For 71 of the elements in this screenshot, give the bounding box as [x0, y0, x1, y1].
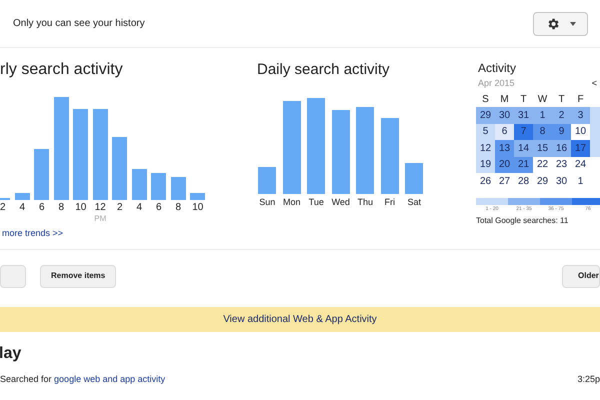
- caret-icon: [570, 22, 576, 26]
- previous-month-link[interactable]: <: [592, 77, 600, 91]
- chart-bar: [405, 163, 424, 194]
- calendar-day[interactable]: 29: [476, 107, 495, 124]
- calendar-day[interactable]: 1: [533, 107, 552, 124]
- settings-icon: [546, 16, 560, 30]
- more-trends-link[interactable]: more trends >>: [2, 227, 255, 240]
- weekday-label: M: [500, 93, 509, 107]
- chart-title: Daily search activity: [257, 60, 391, 80]
- calendar-day[interactable]: 31: [514, 107, 533, 124]
- calendar-day[interactable]: 12: [476, 140, 495, 156]
- axis-label: 10: [75, 202, 86, 214]
- settings-button[interactable]: [533, 12, 588, 36]
- chart-bar: [14, 193, 30, 200]
- axis-label: Thu: [357, 196, 373, 208]
- axis-label: 2: [116, 202, 123, 214]
- older-button[interactable]: Older: [562, 264, 600, 288]
- axis-label: 8: [58, 202, 64, 214]
- calendar-day[interactable]: 9: [552, 124, 571, 140]
- axis-label: 6: [156, 202, 162, 214]
- calendar-day[interactable]: 5: [476, 124, 495, 140]
- axis-label: 2: [0, 202, 6, 214]
- axis-label: Tue: [308, 196, 324, 208]
- weekday-label: W: [538, 93, 548, 107]
- calendar-day[interactable]: 20: [495, 156, 514, 173]
- additional-activity-link[interactable]: View additional Web & App Activity: [223, 312, 377, 327]
- axis-label: Sat: [407, 196, 421, 208]
- axis-label: 10: [192, 202, 204, 214]
- month-label: Apr 2015: [478, 77, 515, 90]
- axis-label: 4: [136, 202, 142, 214]
- weekday-label: S: [482, 93, 489, 107]
- chart-title: rly search activity: [0, 60, 124, 80]
- calendar-day[interactable]: 14: [514, 140, 533, 156]
- chart-bar: [190, 193, 206, 200]
- axis-label: Fri: [384, 196, 395, 208]
- calendar-day[interactable]: 21: [514, 156, 533, 173]
- calendar-title: Activity: [478, 60, 518, 76]
- calendar-day[interactable]: 19: [476, 156, 495, 173]
- chart-bar: [170, 177, 186, 200]
- total-searches: Total Google searches: 11: [476, 214, 570, 226]
- calendar-day[interactable]: 6: [495, 124, 514, 140]
- chart-bar: [151, 173, 166, 200]
- remove-items-button[interactable]: Remove items: [40, 264, 116, 288]
- axis-label: 8: [175, 202, 182, 214]
- period-label: PM: [94, 214, 106, 223]
- calendar-day[interactable]: 16: [552, 140, 571, 156]
- axis-label: Wed: [332, 196, 350, 208]
- partial-button[interactable]: [0, 264, 26, 288]
- chart-bar: [258, 167, 276, 194]
- axis-label: 6: [38, 202, 45, 214]
- axis-label: Mon: [282, 196, 300, 208]
- calendar-day[interactable]: 2: [552, 107, 571, 124]
- calendar-day[interactable]: 30: [495, 107, 514, 124]
- calendar-day[interactable]: 3: [571, 107, 590, 124]
- day-heading: lay: [0, 344, 22, 364]
- axis-label: 4: [19, 202, 26, 214]
- axis-label: 12: [94, 202, 106, 214]
- privacy-note: Only you can see your history: [13, 17, 145, 31]
- calendar-day[interactable]: 15: [533, 140, 552, 156]
- chart-bar: [112, 137, 128, 200]
- chart-bar: [132, 169, 147, 200]
- weekday-label: F: [577, 93, 584, 107]
- weekday-label: T: [520, 93, 527, 107]
- calendar-day[interactable]: 13: [495, 140, 514, 156]
- query-link[interactable]: google web and app activity: [54, 374, 166, 384]
- history-entry: Searched for google web and app activity: [0, 373, 166, 386]
- weekday-label: T: [558, 93, 565, 107]
- chart-bar: [34, 149, 50, 200]
- calendar-day[interactable]: 8: [533, 124, 552, 140]
- entry-time: 3:25p: [577, 373, 600, 386]
- axis-label: Sun: [259, 196, 276, 208]
